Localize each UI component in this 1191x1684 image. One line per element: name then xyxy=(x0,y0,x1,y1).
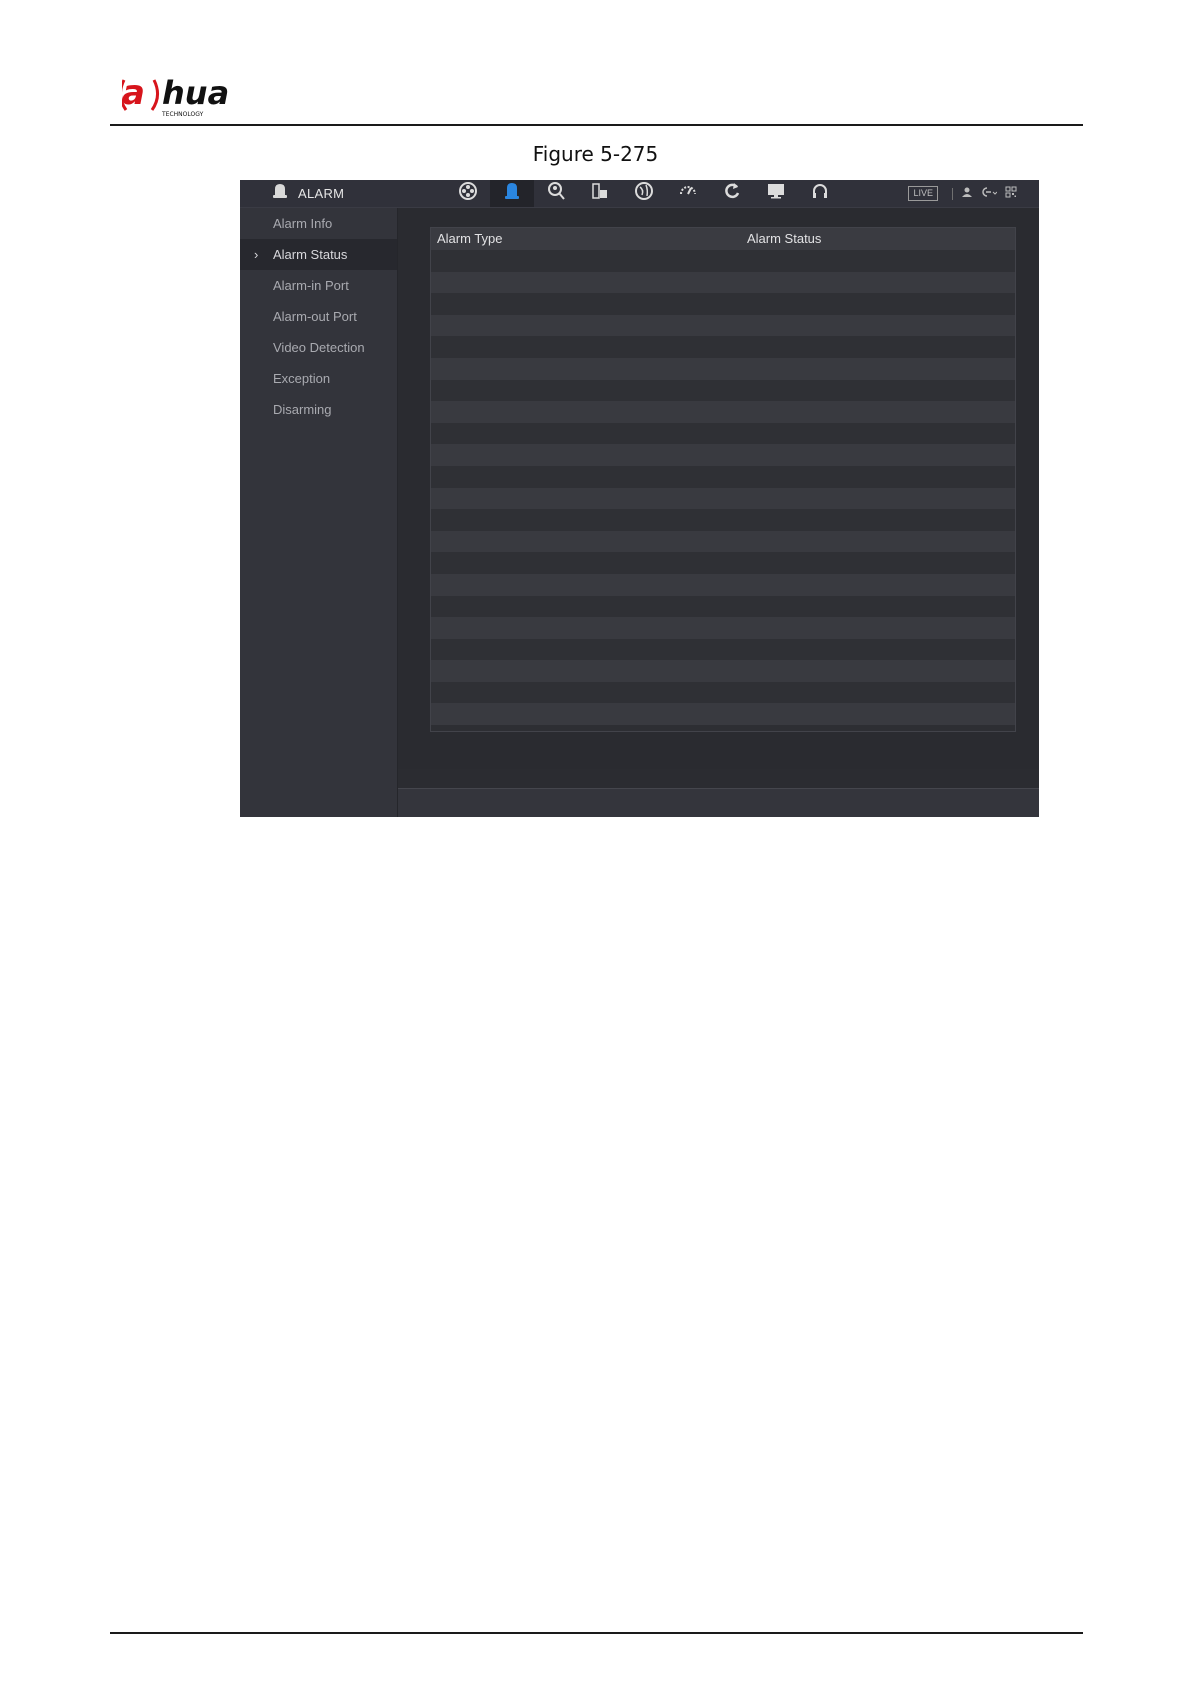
figure-caption: Figure 5-275 xyxy=(532,142,659,166)
sidebar-item-label: Alarm Info xyxy=(273,216,333,231)
table-row xyxy=(431,357,1015,380)
user-icon[interactable] xyxy=(961,185,973,203)
logout-icon[interactable] xyxy=(981,185,998,203)
app-title: ALARM xyxy=(270,180,344,207)
toolbar-divider xyxy=(952,187,953,200)
table-row xyxy=(431,401,1015,423)
sidebar-item-label: Alarm Status xyxy=(273,247,348,262)
table-row xyxy=(431,552,1015,574)
sidebar-item-alarm-out-port[interactable]: Alarm-out Port xyxy=(240,301,397,332)
nav-display[interactable] xyxy=(754,180,798,207)
sidebar-item-alarm-info[interactable]: Alarm Info xyxy=(240,208,397,239)
table-row xyxy=(431,595,1015,618)
table-row xyxy=(431,573,1015,596)
dahua-logo: a hua TECHNOLOGY xyxy=(122,73,229,118)
top-bar: ALARM LIVE xyxy=(240,180,1039,208)
sidebar-item-label: Disarming xyxy=(273,402,332,417)
nav-audio[interactable] xyxy=(798,180,842,207)
nav-search[interactable] xyxy=(534,180,578,207)
table-row xyxy=(431,444,1015,466)
table-body xyxy=(431,250,1015,726)
header-rule xyxy=(110,124,1083,126)
qr-code-icon[interactable] xyxy=(1005,185,1017,203)
alarm-bell-icon xyxy=(270,182,290,205)
right-tools: LIVE xyxy=(908,180,1017,207)
table-row xyxy=(431,250,1015,272)
table-row xyxy=(431,638,1015,661)
table-row xyxy=(431,379,1015,402)
nav-alarm[interactable] xyxy=(490,180,534,207)
table-row xyxy=(431,703,1015,726)
sidebar: Alarm Info › Alarm Status Alarm-in Port … xyxy=(240,208,398,817)
table-row xyxy=(431,681,1015,704)
table-row xyxy=(431,487,1015,510)
main-nav xyxy=(446,180,842,207)
svg-text:hua: hua xyxy=(162,74,229,112)
network-globe-icon xyxy=(634,181,654,206)
sidebar-item-alarm-status[interactable]: › Alarm Status xyxy=(240,239,397,270)
alarm-window: ALARM LIVE Alarm Info › Alarm Status Ala… xyxy=(240,180,1039,817)
table-row xyxy=(431,314,1015,337)
table-row xyxy=(431,660,1015,682)
table-row xyxy=(431,422,1015,445)
sidebar-item-label: Video Detection xyxy=(273,340,365,355)
nav-network[interactable] xyxy=(622,180,666,207)
nav-camera-reel[interactable] xyxy=(446,180,490,207)
alarm-light-icon xyxy=(502,181,522,206)
content-panel: Alarm Type Alarm Status xyxy=(398,208,1039,769)
table-row xyxy=(431,336,1015,358)
headset-icon xyxy=(810,181,830,206)
speedometer-icon xyxy=(678,181,698,206)
sidebar-item-label: Exception xyxy=(273,371,331,386)
nav-storage[interactable] xyxy=(578,180,622,207)
sidebar-item-alarm-in-port[interactable]: Alarm-in Port xyxy=(240,270,397,301)
table-header: Alarm Type Alarm Status xyxy=(431,228,1015,250)
table-row xyxy=(431,509,1015,531)
monitor-icon xyxy=(766,181,786,206)
sidebar-item-exception[interactable]: Exception xyxy=(240,363,397,394)
nav-performance[interactable] xyxy=(666,180,710,207)
alarm-status-table: Alarm Type Alarm Status xyxy=(430,227,1016,732)
sidebar-item-video-detection[interactable]: Video Detection xyxy=(240,332,397,363)
sidebar-item-label: Alarm-out Port xyxy=(273,309,357,324)
refresh-icon xyxy=(722,181,742,206)
column-header-alarm-status: Alarm Status xyxy=(747,231,822,246)
svg-text:TECHNOLOGY: TECHNOLOGY xyxy=(161,111,204,118)
table-row xyxy=(431,465,1015,488)
footer-rule xyxy=(110,1632,1083,1634)
table-row xyxy=(431,617,1015,639)
camera-reel-icon xyxy=(458,181,478,206)
storage-icon xyxy=(590,181,610,206)
app-title-label: ALARM xyxy=(298,186,345,201)
column-header-alarm-type: Alarm Type xyxy=(437,231,503,246)
search-person-icon xyxy=(546,181,566,206)
status-bar xyxy=(398,788,1039,817)
table-row xyxy=(431,271,1015,294)
table-row xyxy=(431,530,1015,553)
table-row xyxy=(431,293,1015,315)
sidebar-item-label: Alarm-in Port xyxy=(273,278,349,293)
live-button[interactable]: LIVE xyxy=(908,186,938,201)
nav-maintenance[interactable] xyxy=(710,180,754,207)
chevron-right-icon: › xyxy=(254,247,259,262)
sidebar-item-disarming[interactable]: Disarming xyxy=(240,394,397,425)
